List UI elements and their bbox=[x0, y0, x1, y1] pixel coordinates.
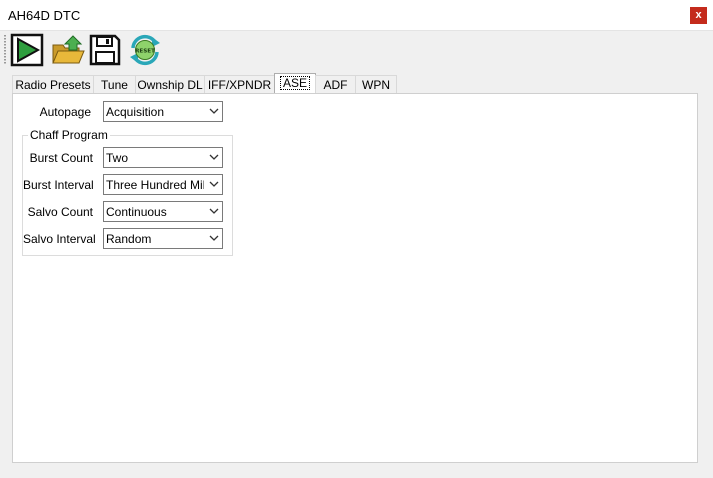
burst-count-value: Two bbox=[106, 151, 129, 165]
save-icon bbox=[89, 34, 121, 66]
salvo-count-label: Salvo Count bbox=[27, 205, 93, 219]
title-bar: AH64D DTC x bbox=[0, 0, 713, 31]
close-icon: x bbox=[695, 9, 702, 21]
autopage-select[interactable]: Acquisition bbox=[103, 101, 223, 122]
tab-label: ASE bbox=[279, 76, 310, 90]
burst-interval-value: Three Hundred Millisec bbox=[106, 178, 204, 192]
tab-label: IFF/XPNDR bbox=[207, 78, 272, 92]
tab-label: Tune bbox=[101, 78, 128, 92]
save-button[interactable] bbox=[88, 33, 122, 67]
burst-count-select[interactable]: Two bbox=[103, 147, 223, 168]
burst-interval-label: Burst Interval bbox=[23, 178, 94, 192]
tab-wpn[interactable]: WPN bbox=[355, 75, 397, 93]
tab-iff-xpndr[interactable]: IFF/XPNDR bbox=[204, 75, 275, 93]
burst-count-label: Burst Count bbox=[29, 151, 93, 165]
toolbar: RESET bbox=[0, 31, 713, 69]
ase-tab-panel: Autopage Acquisition Chaff Program Burst… bbox=[12, 93, 698, 463]
salvo-count-value: Continuous bbox=[106, 205, 167, 219]
reset-button[interactable]: RESET bbox=[128, 33, 162, 67]
window-title: AH64D DTC bbox=[8, 8, 81, 23]
chevron-down-icon bbox=[209, 108, 219, 114]
salvo-count-select[interactable]: Continuous bbox=[103, 201, 223, 222]
chevron-down-icon bbox=[209, 208, 219, 214]
reset-icon-label: RESET bbox=[135, 49, 155, 55]
burst-interval-select[interactable]: Three Hundred Millisec bbox=[103, 174, 223, 195]
tab-tune[interactable]: Tune bbox=[93, 75, 136, 93]
salvo-interval-value: Random bbox=[106, 232, 152, 246]
tab-ownship-dl[interactable]: Ownship DL bbox=[135, 75, 205, 93]
salvo-interval-select[interactable]: Random bbox=[103, 228, 223, 249]
autopage-label: Autopage bbox=[39, 105, 91, 119]
tab-label: WPN bbox=[362, 78, 390, 92]
open-button[interactable] bbox=[51, 33, 85, 67]
folder-open-icon bbox=[52, 35, 85, 64]
tab-label: Ownship DL bbox=[137, 78, 203, 92]
toolbar-grip[interactable] bbox=[4, 35, 6, 65]
autopage-value: Acquisition bbox=[106, 105, 165, 119]
close-button[interactable]: x bbox=[690, 7, 707, 24]
chevron-down-icon bbox=[209, 235, 219, 241]
chevron-down-icon bbox=[209, 154, 219, 160]
play-button[interactable] bbox=[10, 33, 44, 67]
chevron-down-icon bbox=[209, 181, 219, 187]
tab-label: Radio Presets bbox=[15, 78, 91, 92]
tab-label: ADF bbox=[323, 78, 348, 92]
salvo-interval-label: Salvo Interval bbox=[23, 232, 96, 246]
chaff-program-title: Chaff Program bbox=[28, 128, 110, 142]
tab-ase[interactable]: ASE bbox=[274, 73, 316, 94]
play-icon bbox=[10, 33, 44, 67]
tab-radio-presets[interactable]: Radio Presets bbox=[12, 75, 94, 93]
tab-adf[interactable]: ADF bbox=[315, 75, 356, 93]
reset-icon: RESET bbox=[130, 34, 160, 66]
